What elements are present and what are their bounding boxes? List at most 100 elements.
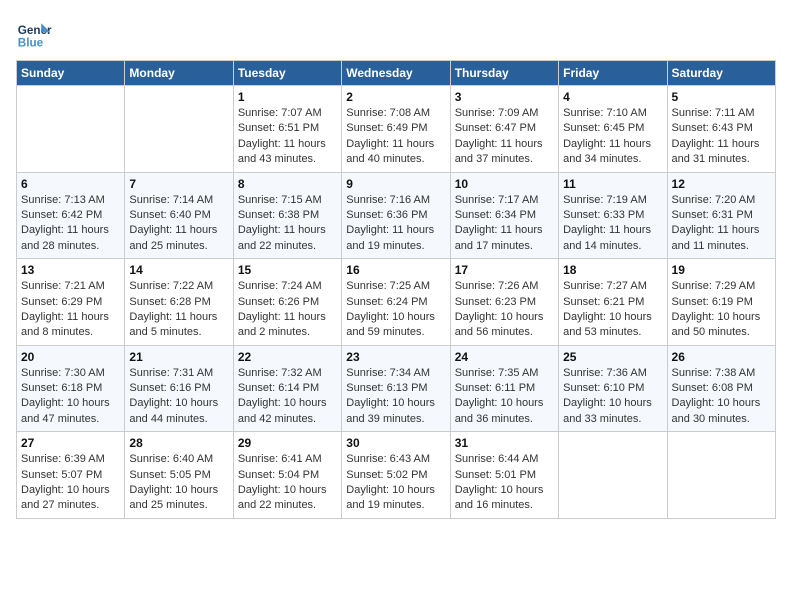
day-number: 18 [563, 263, 662, 277]
day-info: Sunrise: 6:43 AM Sunset: 5:02 PM Dayligh… [346, 452, 445, 514]
day-number: 1 [238, 90, 337, 104]
day-number: 5 [672, 90, 771, 104]
day-number: 21 [129, 350, 228, 364]
day-number: 24 [455, 350, 554, 364]
day-info: Sunrise: 7:32 AM Sunset: 6:14 PM Dayligh… [238, 366, 337, 428]
day-number: 9 [346, 177, 445, 191]
day-info: Sunrise: 6:41 AM Sunset: 5:04 PM Dayligh… [238, 452, 337, 514]
calendar-cell: 27 Sunrise: 6:39 AM Sunset: 5:07 PM Dayli… [17, 432, 125, 519]
day-number: 27 [21, 436, 120, 450]
day-number: 8 [238, 177, 337, 191]
day-info: Sunrise: 7:11 AM Sunset: 6:43 PM Dayligh… [672, 106, 771, 168]
day-info: Sunrise: 7:13 AM Sunset: 6:42 PM Dayligh… [21, 193, 120, 255]
day-number: 25 [563, 350, 662, 364]
calendar-cell: 25 Sunrise: 7:36 AM Sunset: 6:10 PM Dayli… [559, 345, 667, 432]
day-number: 15 [238, 263, 337, 277]
day-number: 4 [563, 90, 662, 104]
calendar-cell: 13Sunrise: 7:21 AM Sunset: 6:29 PM Dayli… [17, 259, 125, 346]
day-header-friday: Friday [559, 61, 667, 86]
day-info: Sunrise: 7:29 AM Sunset: 6:19 PM Dayligh… [672, 279, 771, 341]
day-number: 16 [346, 263, 445, 277]
day-info: Sunrise: 6:39 AM Sunset: 5:07 PM Dayligh… [21, 452, 120, 514]
calendar-cell: 11 Sunrise: 7:19 AM Sunset: 6:33 PM Dayli… [559, 172, 667, 259]
calendar-cell: 1 Sunrise: 7:07 AM Sunset: 6:51 PM Daylig… [233, 86, 341, 173]
calendar-cell [559, 432, 667, 519]
logo: General Blue [16, 16, 52, 52]
day-number: 20 [21, 350, 120, 364]
calendar-cell: 5 Sunrise: 7:11 AM Sunset: 6:43 PM Daylig… [667, 86, 775, 173]
day-header-saturday: Saturday [667, 61, 775, 86]
day-number: 30 [346, 436, 445, 450]
day-number: 7 [129, 177, 228, 191]
calendar-table: SundayMondayTuesdayWednesdayThursdayFrid… [16, 60, 776, 519]
calendar-cell: 29 Sunrise: 6:41 AM Sunset: 5:04 PM Dayli… [233, 432, 341, 519]
day-info: Sunrise: 7:16 AM Sunset: 6:36 PM Dayligh… [346, 193, 445, 255]
day-header-wednesday: Wednesday [342, 61, 450, 86]
svg-text:Blue: Blue [18, 37, 44, 50]
day-info: Sunrise: 7:30 AM Sunset: 6:18 PM Dayligh… [21, 366, 120, 428]
day-number: 2 [346, 90, 445, 104]
day-header-monday: Monday [125, 61, 233, 86]
calendar-cell: 6 Sunrise: 7:13 AM Sunset: 6:42 PM Daylig… [17, 172, 125, 259]
calendar-cell: 30 Sunrise: 6:43 AM Sunset: 5:02 PM Dayli… [342, 432, 450, 519]
calendar-cell: 24 Sunrise: 7:35 AM Sunset: 6:11 PM Dayli… [450, 345, 558, 432]
day-number: 11 [563, 177, 662, 191]
day-number: 10 [455, 177, 554, 191]
day-info: Sunrise: 7:31 AM Sunset: 6:16 PM Dayligh… [129, 366, 228, 428]
calendar-cell: 31Sunrise: 6:44 AM Sunset: 5:01 PM Dayli… [450, 432, 558, 519]
calendar-cell [125, 86, 233, 173]
day-info: Sunrise: 7:38 AM Sunset: 6:08 PM Dayligh… [672, 366, 771, 428]
day-info: Sunrise: 7:36 AM Sunset: 6:10 PM Dayligh… [563, 366, 662, 428]
day-number: 17 [455, 263, 554, 277]
calendar-cell: 17 Sunrise: 7:26 AM Sunset: 6:23 PM Dayli… [450, 259, 558, 346]
day-info: Sunrise: 7:08 AM Sunset: 6:49 PM Dayligh… [346, 106, 445, 168]
day-info: Sunrise: 7:34 AM Sunset: 6:13 PM Dayligh… [346, 366, 445, 428]
calendar-cell: 15 Sunrise: 7:24 AM Sunset: 6:26 PM Dayli… [233, 259, 341, 346]
calendar-cell: 28 Sunrise: 6:40 AM Sunset: 5:05 PM Dayli… [125, 432, 233, 519]
day-header-thursday: Thursday [450, 61, 558, 86]
calendar-cell: 9 Sunrise: 7:16 AM Sunset: 6:36 PM Daylig… [342, 172, 450, 259]
day-header-sunday: Sunday [17, 61, 125, 86]
calendar-cell [667, 432, 775, 519]
calendar-cell: 12 Sunrise: 7:20 AM Sunset: 6:31 PM Dayli… [667, 172, 775, 259]
calendar-cell: 19 Sunrise: 7:29 AM Sunset: 6:19 PM Dayli… [667, 259, 775, 346]
day-number: 6 [21, 177, 120, 191]
calendar-cell: 8 Sunrise: 7:15 AM Sunset: 6:38 PM Daylig… [233, 172, 341, 259]
day-info: Sunrise: 6:40 AM Sunset: 5:05 PM Dayligh… [129, 452, 228, 514]
day-info: Sunrise: 7:20 AM Sunset: 6:31 PM Dayligh… [672, 193, 771, 255]
day-info: Sunrise: 7:09 AM Sunset: 6:47 PM Dayligh… [455, 106, 554, 168]
day-number: 13 [21, 263, 120, 277]
day-info: Sunrise: 7:24 AM Sunset: 6:26 PM Dayligh… [238, 279, 337, 341]
calendar-cell: 7 Sunrise: 7:14 AM Sunset: 6:40 PM Daylig… [125, 172, 233, 259]
day-number: 28 [129, 436, 228, 450]
calendar-cell: 23 Sunrise: 7:34 AM Sunset: 6:13 PM Dayli… [342, 345, 450, 432]
day-info: Sunrise: 7:27 AM Sunset: 6:21 PM Dayligh… [563, 279, 662, 341]
day-info: Sunrise: 7:22 AM Sunset: 6:28 PM Dayligh… [129, 279, 228, 341]
calendar-cell: 3 Sunrise: 7:09 AM Sunset: 6:47 PM Daylig… [450, 86, 558, 173]
day-number: 14 [129, 263, 228, 277]
calendar-cell: 21 Sunrise: 7:31 AM Sunset: 6:16 PM Dayli… [125, 345, 233, 432]
calendar-cell: 4 Sunrise: 7:10 AM Sunset: 6:45 PM Daylig… [559, 86, 667, 173]
day-header-tuesday: Tuesday [233, 61, 341, 86]
day-info: Sunrise: 7:26 AM Sunset: 6:23 PM Dayligh… [455, 279, 554, 341]
day-info: Sunrise: 7:10 AM Sunset: 6:45 PM Dayligh… [563, 106, 662, 168]
calendar-cell: 2 Sunrise: 7:08 AM Sunset: 6:49 PM Daylig… [342, 86, 450, 173]
day-info: Sunrise: 7:07 AM Sunset: 6:51 PM Dayligh… [238, 106, 337, 168]
day-info: Sunrise: 7:19 AM Sunset: 6:33 PM Dayligh… [563, 193, 662, 255]
day-number: 23 [346, 350, 445, 364]
day-info: Sunrise: 7:14 AM Sunset: 6:40 PM Dayligh… [129, 193, 228, 255]
day-info: Sunrise: 7:35 AM Sunset: 6:11 PM Dayligh… [455, 366, 554, 428]
day-number: 29 [238, 436, 337, 450]
calendar-cell: 22 Sunrise: 7:32 AM Sunset: 6:14 PM Dayli… [233, 345, 341, 432]
day-number: 19 [672, 263, 771, 277]
day-number: 22 [238, 350, 337, 364]
day-info: Sunrise: 7:25 AM Sunset: 6:24 PM Dayligh… [346, 279, 445, 341]
day-number: 26 [672, 350, 771, 364]
day-number: 3 [455, 90, 554, 104]
day-number: 31 [455, 436, 554, 450]
day-info: Sunrise: 7:17 AM Sunset: 6:34 PM Dayligh… [455, 193, 554, 255]
day-info: Sunrise: 7:15 AM Sunset: 6:38 PM Dayligh… [238, 193, 337, 255]
calendar-cell: 10 Sunrise: 7:17 AM Sunset: 6:34 PM Dayli… [450, 172, 558, 259]
calendar-cell: 16 Sunrise: 7:25 AM Sunset: 6:24 PM Dayli… [342, 259, 450, 346]
day-number: 12 [672, 177, 771, 191]
